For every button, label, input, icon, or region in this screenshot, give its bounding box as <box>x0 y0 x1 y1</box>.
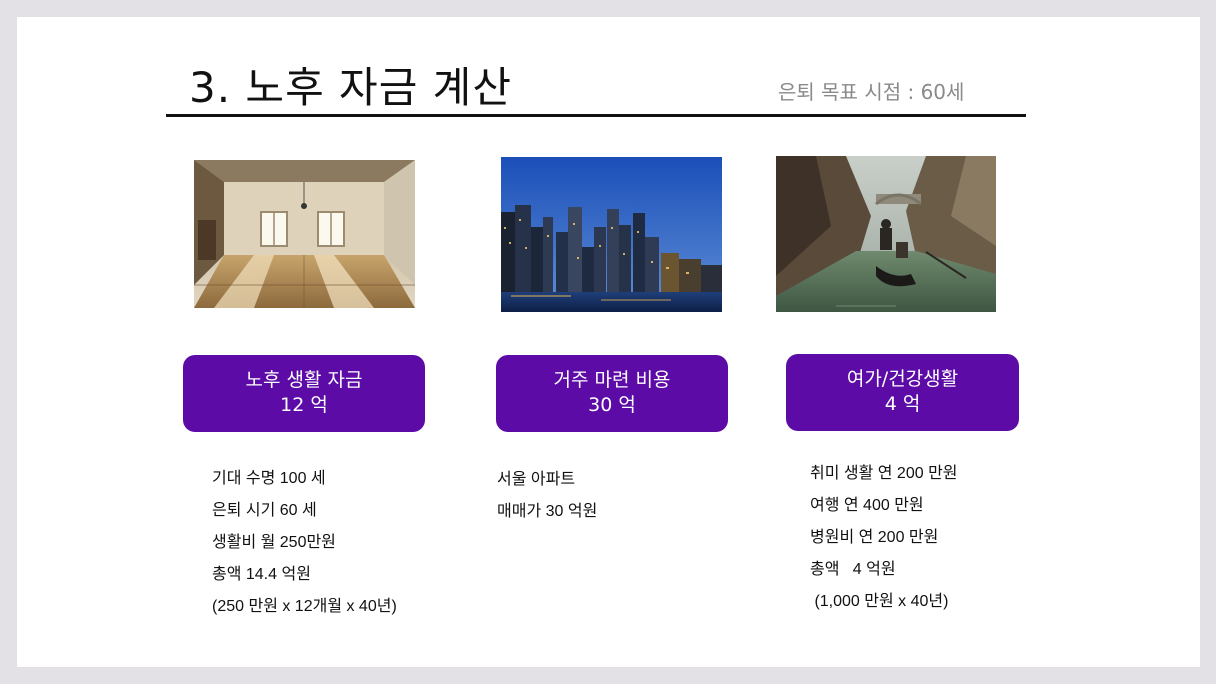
title-divider <box>166 114 1026 117</box>
badge-leisure-health: 여가/건강생활 4 억 <box>786 354 1019 431</box>
detail-line: 생활비 월 250만원 <box>212 534 336 551</box>
detail-line: 매매가 30 억원 <box>497 503 598 520</box>
detail-line: 서울 아파트 <box>497 471 576 488</box>
detail-line: 기대 수명 100 세 <box>212 470 326 487</box>
empty-room-photo <box>194 160 415 308</box>
badge-amount: 30 억 <box>588 394 636 416</box>
details-leisure-health: 취미 생활 연 200 만원 여행 연 400 만원 병원비 연 200 만원 … <box>810 458 958 618</box>
detail-line: (250 만원 x 12개월 x 40년) <box>212 598 397 615</box>
badge-amount: 4 억 <box>884 393 921 415</box>
detail-line: (1,000 만원 x 40년) <box>810 593 949 610</box>
badge-housing-cost: 거주 마련 비용 30 억 <box>496 355 728 432</box>
details-retirement-living: 기대 수명 100 세 은퇴 시기 60 세 생활비 월 250만원 총액 14… <box>212 463 397 623</box>
venice-gondola-photo <box>776 156 996 312</box>
detail-line: 총액 14.4 억원 <box>212 566 311 583</box>
badge-label: 거주 마련 비용 <box>553 369 671 391</box>
badge-label: 여가/건강생활 <box>846 368 959 390</box>
city-skyline-photo <box>501 157 722 312</box>
detail-line: 병원비 연 200 만원 <box>810 529 939 546</box>
slide-subtitle: 은퇴 목표 시점 : 60세 <box>778 80 965 104</box>
detail-line: 은퇴 시기 60 세 <box>212 502 317 519</box>
detail-line: 여행 연 400 만원 <box>810 497 924 514</box>
badge-label: 노후 생활 자금 <box>245 369 363 391</box>
detail-line: 총액 4 억원 <box>810 561 896 578</box>
badge-amount: 12 억 <box>280 394 328 416</box>
badge-retirement-living: 노후 생활 자금 12 억 <box>183 355 425 432</box>
slide-title: 3. 노후 자금 계산 <box>189 63 512 112</box>
detail-line: 취미 생활 연 200 만원 <box>810 465 958 482</box>
details-housing-cost: 서울 아파트 매매가 30 억원 <box>497 464 597 528</box>
